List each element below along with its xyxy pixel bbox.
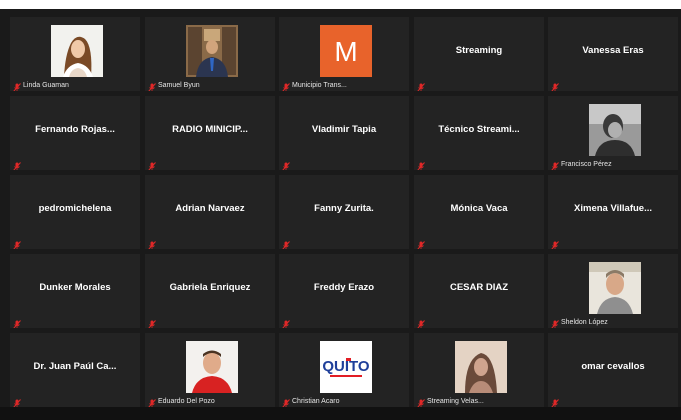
participant-name: RADIO MINICIP...: [172, 124, 248, 135]
participant-name: Vanessa Eras: [582, 45, 644, 56]
participant-tile[interactable]: QUITO Christian Acaro: [279, 333, 409, 407]
participant-tile[interactable]: pedromichelena: [10, 175, 140, 249]
participant-video: [186, 25, 238, 77]
mic-muted-icon: [417, 79, 425, 91]
mic-muted-icon: [13, 158, 21, 170]
mic-muted-icon: [551, 237, 559, 249]
participant-tile[interactable]: Sheldon López: [548, 254, 678, 328]
participant-label: Municipio Trans...: [292, 82, 347, 89]
participant-label: Eduardo Del Pozo: [158, 398, 215, 405]
participant-label: Sheldon López: [561, 319, 608, 326]
participant-tile[interactable]: Fanny Zurita.: [279, 175, 409, 249]
participant-video: [186, 341, 238, 393]
mic-muted-icon: [148, 158, 156, 170]
participant-name: Adrian Narvaez: [175, 203, 245, 214]
mic-muted-icon: [282, 316, 290, 328]
mic-muted-icon: [417, 158, 425, 170]
participant-name: Ximena Villafue...: [574, 203, 652, 214]
participant-tile[interactable]: Mónica Vaca: [414, 175, 544, 249]
participant-name: Dr. Juan Paúl Ca...: [33, 361, 117, 372]
participant-tile[interactable]: Vladimir Tapia: [279, 96, 409, 170]
mic-muted-icon: [551, 158, 559, 170]
participant-name: Fernando Rojas...: [35, 124, 115, 135]
mic-muted-icon: [13, 79, 21, 91]
mic-muted-icon: [551, 395, 559, 407]
participant-name: Dunker Morales: [39, 282, 111, 293]
participant-tile[interactable]: Streaming Velas...: [414, 333, 544, 407]
participant-tile[interactable]: Freddy Erazo: [279, 254, 409, 328]
mic-muted-icon: [13, 316, 21, 328]
participant-video: [589, 262, 641, 314]
mic-muted-icon: [551, 316, 559, 328]
mic-muted-icon: [282, 79, 290, 91]
mic-muted-icon: [282, 237, 290, 249]
meeting-window: Linda Guaman Samuel Byun M Municipio Trans.…: [0, 0, 681, 420]
participant-label: Streaming Velas...: [427, 398, 484, 405]
participant-tile[interactable]: Ximena Villafue...: [548, 175, 678, 249]
participant-name: pedromichelena: [38, 203, 112, 214]
mic-muted-icon: [13, 395, 21, 407]
participant-name: Streaming: [455, 45, 503, 56]
participant-gallery: Linda Guaman Samuel Byun M Municipio Trans.…: [10, 17, 681, 407]
participant-tile[interactable]: RADIO MINICIP...: [145, 96, 275, 170]
participant-video: [51, 25, 103, 77]
participant-tile[interactable]: CESAR DIAZ: [414, 254, 544, 328]
participant-tile[interactable]: Dunker Morales: [10, 254, 140, 328]
participant-name: Vladimir Tapia: [311, 124, 377, 135]
mic-muted-icon: [148, 237, 156, 249]
participant-tile[interactable]: Eduardo Del Pozo: [145, 333, 275, 407]
participant-name: Técnico Streami...: [438, 124, 520, 135]
participant-name: Mónica Vaca: [450, 203, 508, 214]
svg-text:M: M: [334, 36, 357, 67]
top-margin: [0, 0, 681, 9]
participant-tile[interactable]: Linda Guaman: [10, 17, 140, 91]
participant-tile[interactable]: Técnico Streami...: [414, 96, 544, 170]
mic-muted-icon: [551, 79, 559, 91]
participant-tile[interactable]: Vanessa Eras: [548, 17, 678, 91]
participant-tile[interactable]: Gabriela Enriquez: [145, 254, 275, 328]
mic-muted-icon: [417, 237, 425, 249]
participant-name: Freddy Erazo: [313, 282, 375, 293]
participant-tile[interactable]: Samuel Byun: [145, 17, 275, 91]
mic-muted-icon: [282, 395, 290, 407]
participant-video: [589, 104, 641, 156]
participant-tile[interactable]: Fernando Rojas...: [10, 96, 140, 170]
participant-tile[interactable]: Francisco Pérez: [548, 96, 678, 170]
mic-muted-icon: [148, 316, 156, 328]
participant-label: Francisco Pérez: [561, 161, 612, 168]
participant-tile[interactable]: M Municipio Trans...: [279, 17, 409, 91]
mic-muted-icon: [417, 316, 425, 328]
participant-tile[interactable]: Dr. Juan Paúl Ca...: [10, 333, 140, 407]
participant-video: [455, 341, 507, 393]
participant-name: CESAR DIAZ: [449, 282, 509, 293]
participant-name: Fanny Zurita.: [314, 203, 374, 214]
participant-label: Christian Acaro: [292, 398, 340, 405]
participant-name: omar cevallos: [581, 361, 645, 372]
mic-muted-icon: [282, 158, 290, 170]
mic-muted-icon: [417, 395, 425, 407]
participant-label: Samuel Byun: [158, 82, 200, 89]
mic-muted-icon: [148, 79, 156, 91]
participant-label: Linda Guaman: [23, 82, 69, 89]
bottom-bar: [0, 407, 681, 420]
mic-muted-icon: [148, 395, 156, 407]
mic-muted-icon: [13, 237, 21, 249]
participant-tile[interactable]: Adrian Narvaez: [145, 175, 275, 249]
participant-tile[interactable]: Streaming: [414, 17, 544, 91]
participant-tile[interactable]: omar cevallos: [548, 333, 678, 407]
participant-name: Gabriela Enriquez: [169, 282, 251, 293]
participant-video: QUITO: [320, 341, 372, 393]
participant-video: M: [320, 25, 372, 77]
